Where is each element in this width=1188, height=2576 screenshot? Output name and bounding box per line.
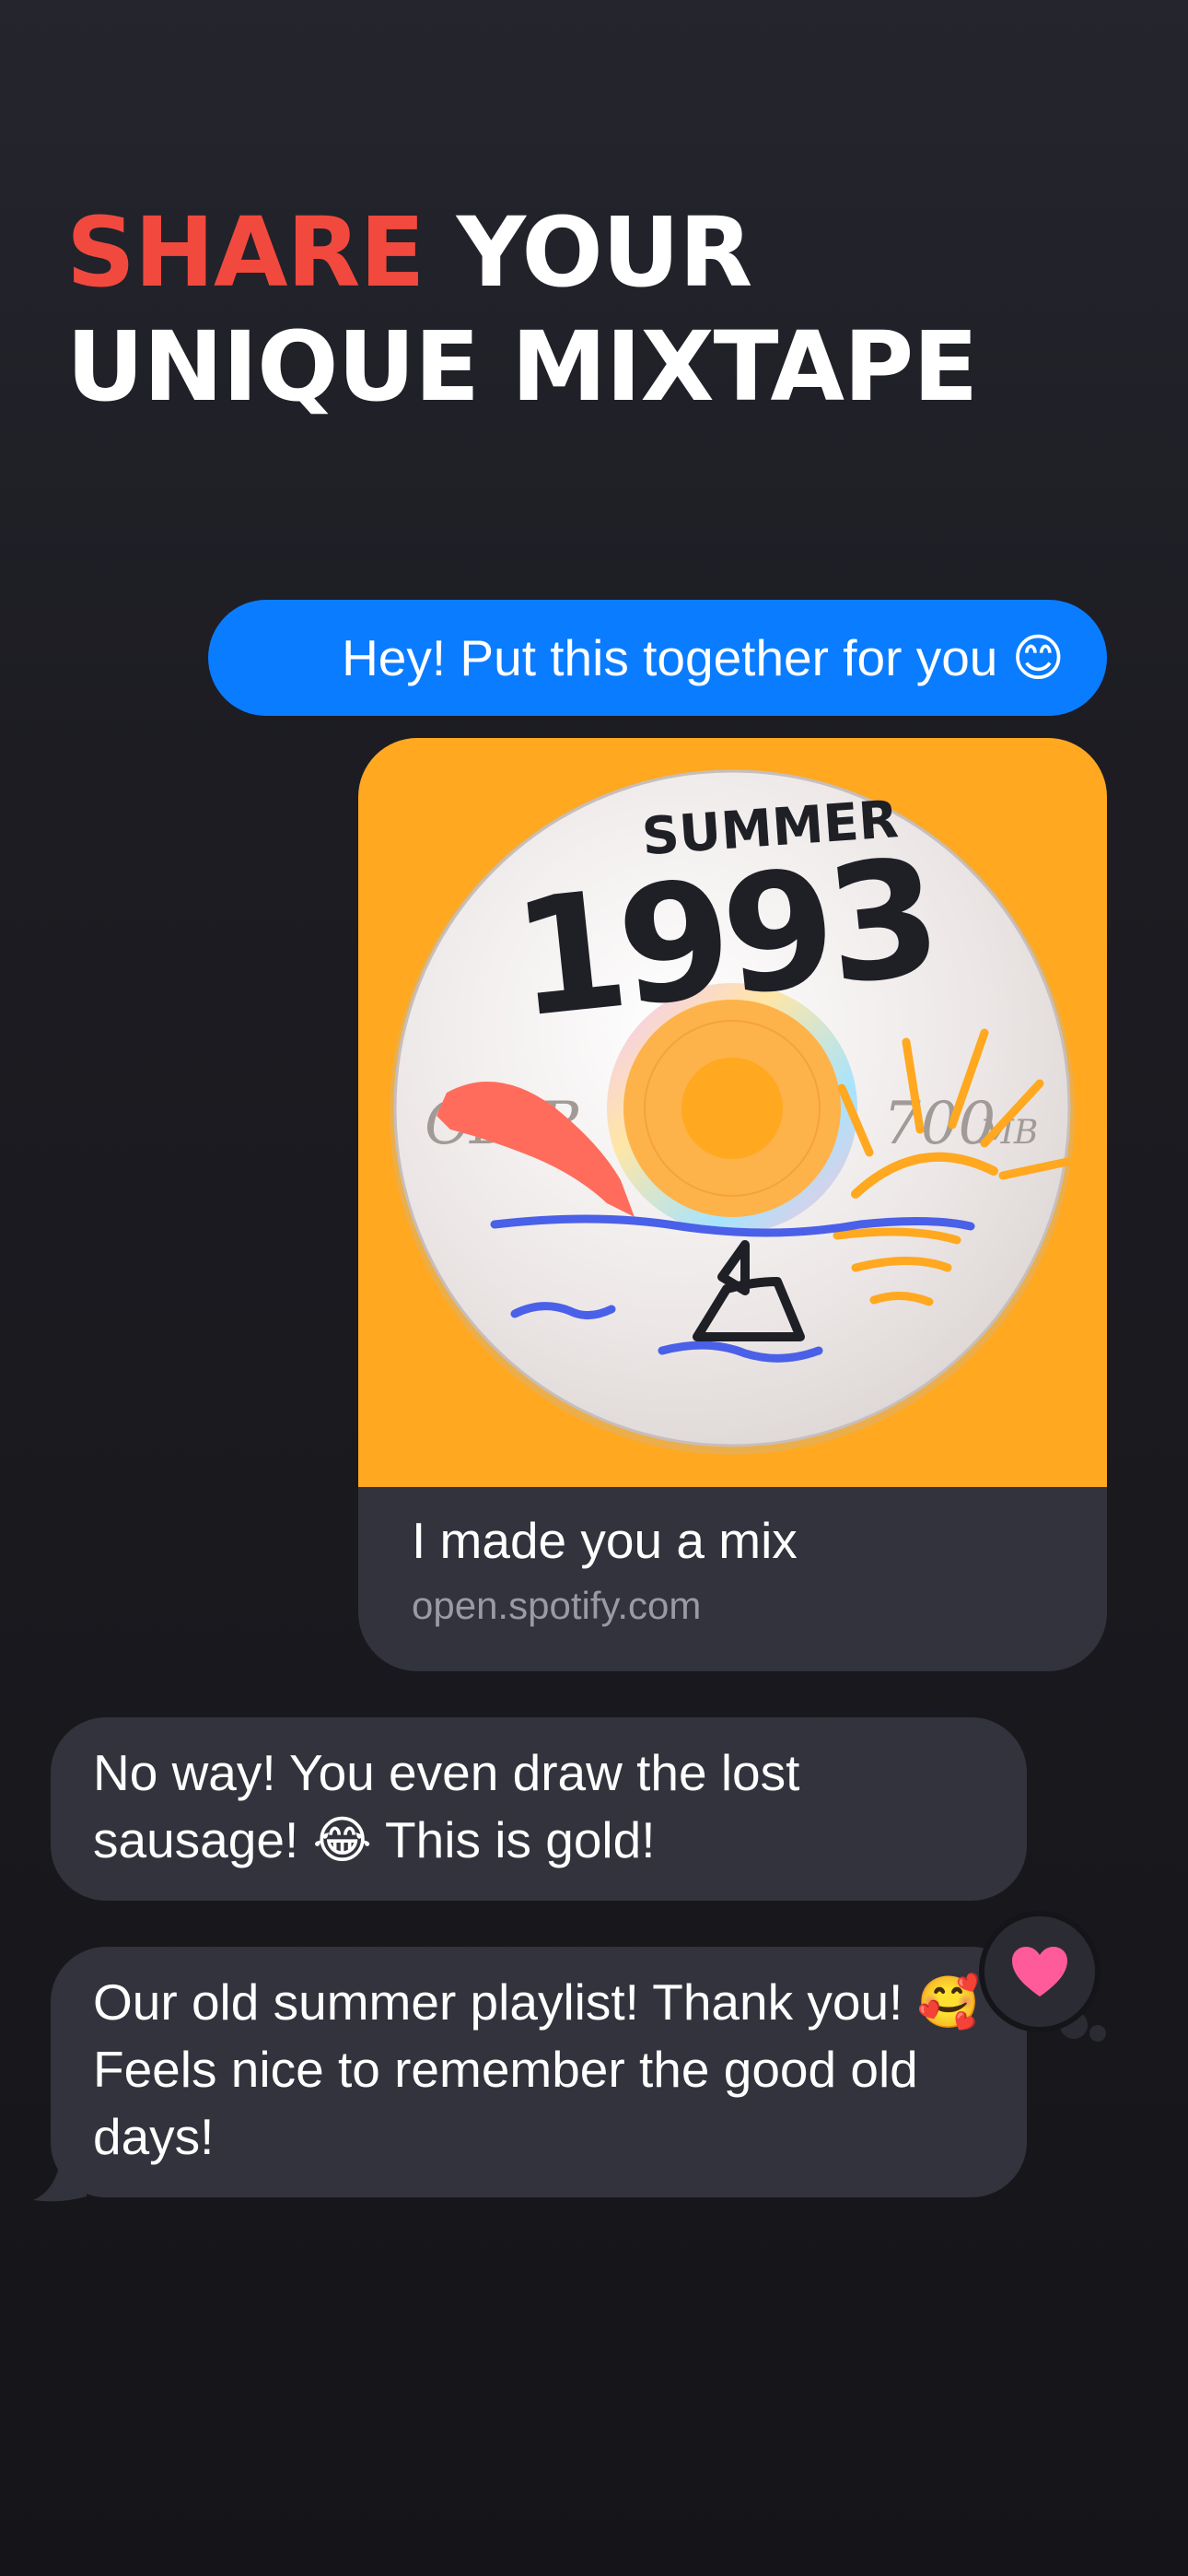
headline-rest: YOUR [456, 196, 753, 309]
outgoing-message-text: Hey! Put this together for you 😊 [342, 628, 1065, 686]
mixtape-artwork: SUMMER 1993 CD-R 700 MB [358, 738, 1107, 1487]
headline: SHARE YOUR UNIQUE MIXTAPE [66, 195, 1153, 424]
headline-line2: UNIQUE MIXTAPE [66, 310, 978, 423]
headline-accent: SHARE [66, 196, 425, 309]
link-title: I made you a mix [412, 1512, 798, 1569]
bubble-tail [33, 2158, 87, 2202]
incoming-message-2-text: Our old summer playlist! Thank you! 🥰 Fe… [93, 1973, 981, 2165]
incoming-message-2[interactable]: Our old summer playlist! Thank you! 🥰 Fe… [51, 1947, 1027, 2197]
incoming-message-1[interactable]: No way! You even draw the lost sausage! … [51, 1717, 1027, 1901]
link-preview-card[interactable]: SUMMER 1993 CD-R 700 MB I made you a mix… [358, 738, 1107, 1671]
outgoing-message[interactable]: Hey! Put this together for you 😊 [208, 600, 1107, 716]
cd-illustration: SUMMER 1993 CD-R 700 MB [390, 769, 1075, 1455]
link-preview-text: I made you a mix open.spotify.com [412, 1507, 1070, 1633]
tapback-reaction[interactable] [984, 1916, 1095, 2027]
capacity-text: 700 [883, 1090, 996, 1158]
disc-hole [681, 1058, 783, 1159]
link-domain: open.spotify.com [412, 1584, 702, 1627]
incoming-message-1-text: No way! You even draw the lost sausage! … [93, 1744, 800, 1868]
heart-icon [1012, 1947, 1067, 1996]
reaction-dot-small [1089, 2025, 1106, 2042]
